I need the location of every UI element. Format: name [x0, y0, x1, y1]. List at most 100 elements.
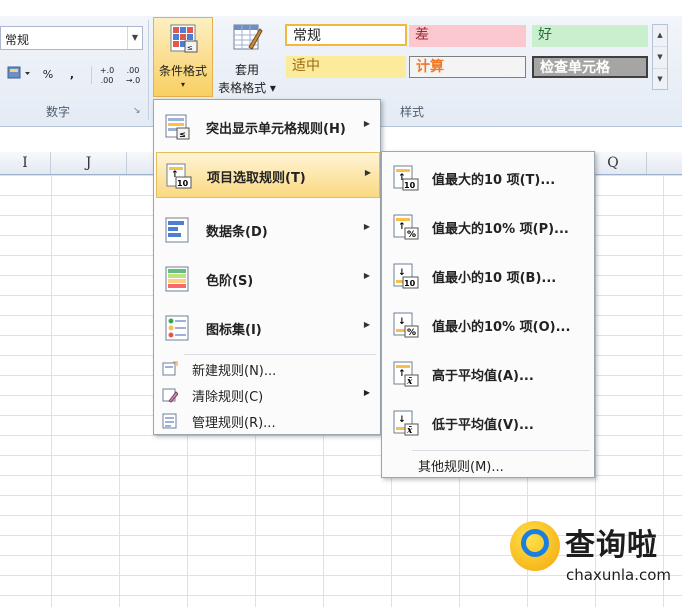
- number-format-dropdown[interactable]: 常规 ▼: [0, 26, 143, 50]
- menu-item-label: 图标集(I): [206, 323, 262, 338]
- bottom-10-percent-icon: ↓ %: [393, 312, 419, 338]
- menu-divider: [184, 354, 376, 355]
- submenu-item-top-10-percent[interactable]: ↑ % 值最大的10% 项(P)...: [384, 203, 592, 251]
- column-header-j[interactable]: J: [51, 152, 127, 174]
- increase-decimal-button[interactable]: +.0 .00: [96, 64, 118, 88]
- svg-text:↓: ↓: [398, 415, 406, 425]
- svg-text:↑: ↑: [398, 222, 406, 232]
- chevron-right-icon: ▶: [363, 119, 370, 128]
- manage-rules-icon: [162, 413, 177, 429]
- top-bottom-rules-icon: ↑ 10: [166, 163, 192, 189]
- submenu-item-more-rules[interactable]: 其他规则(M)...: [384, 453, 592, 477]
- svg-text:≤: ≤: [179, 130, 186, 139]
- submenu-item-bottom-10[interactable]: ↓ 10 值最小的10 项(B)...: [384, 252, 592, 300]
- menu-item-label: 新建规则(N)...: [192, 364, 277, 379]
- badge: %: [407, 328, 416, 338]
- format-as-table-icon: [233, 24, 263, 50]
- style-normal[interactable]: 常规: [285, 24, 407, 46]
- above-average-icon: ↑ x̄: [393, 361, 419, 387]
- dialog-launcher-icon[interactable]: ↘: [133, 106, 141, 116]
- style-check-cell[interactable]: 检查单元格: [532, 56, 648, 78]
- separator: [91, 66, 92, 84]
- column-header-i[interactable]: I: [0, 152, 51, 174]
- group-separator: [148, 20, 149, 120]
- watermark-q-icon: [521, 529, 549, 557]
- menu-item-top-bottom-rules[interactable]: ↑ 10 项目选取规则(T) ▶: [156, 152, 380, 198]
- scroll-down-icon[interactable]: ▼: [653, 47, 667, 69]
- new-rule-icon: [162, 361, 178, 376]
- color-scales-icon: [165, 266, 189, 292]
- highlight-rules-icon: ≤: [165, 114, 190, 140]
- style-calculation[interactable]: 计算: [409, 56, 526, 78]
- submenu-item-label: 值最小的10 项(B)...: [432, 271, 557, 286]
- menu-item-color-scales[interactable]: 色阶(S) ▶: [156, 256, 378, 302]
- top-10-percent-icon: ↑ %: [393, 214, 419, 240]
- clear-rules-icon: [162, 388, 178, 403]
- style-neutral[interactable]: 适中: [286, 56, 406, 78]
- below-average-icon: ↓ x̄: [393, 410, 419, 436]
- conditional-formatting-icon: ≤: [170, 24, 198, 53]
- menu-divider: [412, 450, 590, 451]
- svg-text:≤: ≤: [187, 44, 193, 52]
- menu-item-highlight-rules[interactable]: ≤ 突出显示单元格规则(H) ▶: [156, 104, 378, 150]
- expand-gallery-icon[interactable]: ▼: [653, 69, 667, 90]
- submenu-item-label: 其他规则(M)...: [418, 460, 504, 475]
- badge: 10: [404, 181, 416, 190]
- top-bottom-rules-submenu: ↑ 10 值最大的10 项(T)... ↑ % 值最大的10% 项(P)... …: [381, 151, 595, 478]
- submenu-item-label: 高于平均值(A)...: [432, 369, 534, 384]
- menu-item-manage-rules[interactable]: 管理规则(R)...: [156, 409, 378, 433]
- ribbon-tab-strip: [0, 0, 682, 16]
- submenu-item-below-average[interactable]: ↓ x̄ 低于平均值(V)...: [384, 399, 592, 447]
- chevron-right-icon: ▶: [363, 271, 370, 280]
- badge: x̄: [406, 426, 413, 436]
- accounting-format-button[interactable]: [4, 64, 34, 86]
- format-as-table-label-1: 套用: [234, 63, 259, 77]
- watermark-name: 查询啦: [565, 528, 658, 563]
- menu-item-label: 项目选取规则(T): [207, 171, 306, 186]
- menu-item-label: 管理规则(R)...: [192, 416, 276, 431]
- conditional-formatting-label: 条件格式: [158, 64, 207, 78]
- percent-style-button[interactable]: %: [38, 64, 58, 86]
- bottom-10-items-icon: ↓ 10: [393, 263, 419, 289]
- menu-item-label: 数据条(D): [206, 225, 268, 240]
- style-bad[interactable]: 差: [409, 25, 526, 47]
- accounting-icon: [7, 66, 30, 79]
- comma-style-button[interactable]: ,: [62, 64, 82, 86]
- submenu-item-label: 值最小的10% 项(O)...: [432, 320, 571, 335]
- format-as-table-label-2: 表格格式 ▾: [218, 81, 276, 95]
- chevron-right-icon: ▶: [363, 222, 370, 231]
- conditional-formatting-button[interactable]: ≤ 条件格式 ▾: [153, 17, 213, 97]
- menu-item-clear-rules[interactable]: 清除规则(C) ▶: [156, 383, 378, 407]
- menu-item-data-bars[interactable]: 数据条(D) ▶: [156, 207, 378, 253]
- styles-gallery-scroll[interactable]: ▲ ▼ ▼: [652, 24, 668, 90]
- badge: x̄: [406, 377, 413, 387]
- icon-sets-icon: [165, 315, 189, 341]
- submenu-item-top-10[interactable]: ↑ 10 值最大的10 项(T)...: [384, 154, 592, 202]
- chevron-right-icon: ▶: [363, 320, 370, 329]
- submenu-item-above-average[interactable]: ↑ x̄ 高于平均值(A)...: [384, 350, 592, 398]
- menu-item-label: 清除规则(C): [192, 390, 264, 405]
- submenu-item-bottom-10-percent[interactable]: ↓ % 值最小的10% 项(O)...: [384, 301, 592, 349]
- submenu-item-label: 值最大的10% 项(P)...: [432, 222, 569, 237]
- data-bars-icon: [165, 217, 189, 243]
- conditional-formatting-menu: ≤ 突出显示单元格规则(H) ▶ ↑ 10 项目选取规则(T) ▶ 数据条(D)…: [153, 99, 381, 435]
- number-format-value: 常规: [5, 33, 30, 47]
- style-good[interactable]: 好: [532, 25, 648, 47]
- svg-text:10: 10: [177, 179, 189, 188]
- svg-text:↑: ↑: [398, 369, 406, 379]
- decrease-decimal-button[interactable]: .00 →.0: [122, 64, 144, 88]
- watermark-url: chaxunla.com: [566, 566, 671, 584]
- menu-item-label: 突出显示单元格规则(H): [206, 122, 346, 137]
- menu-item-icon-sets[interactable]: 图标集(I) ▶: [156, 305, 378, 351]
- chevron-right-icon: ▶: [364, 168, 371, 177]
- menu-item-new-rule[interactable]: 新建规则(N)...: [156, 357, 378, 381]
- svg-text:↓: ↓: [398, 317, 406, 327]
- scroll-up-icon[interactable]: ▲: [653, 25, 667, 47]
- format-as-table-button[interactable]: 套用 表格格式 ▾: [216, 17, 278, 97]
- chevron-down-icon[interactable]: ▼: [127, 27, 142, 49]
- badge: %: [407, 230, 416, 240]
- badge: 10: [404, 279, 416, 288]
- top-10-items-icon: ↑ 10: [393, 165, 419, 191]
- styles-group-label: 样式: [400, 105, 425, 119]
- menu-item-label: 色阶(S): [206, 274, 254, 289]
